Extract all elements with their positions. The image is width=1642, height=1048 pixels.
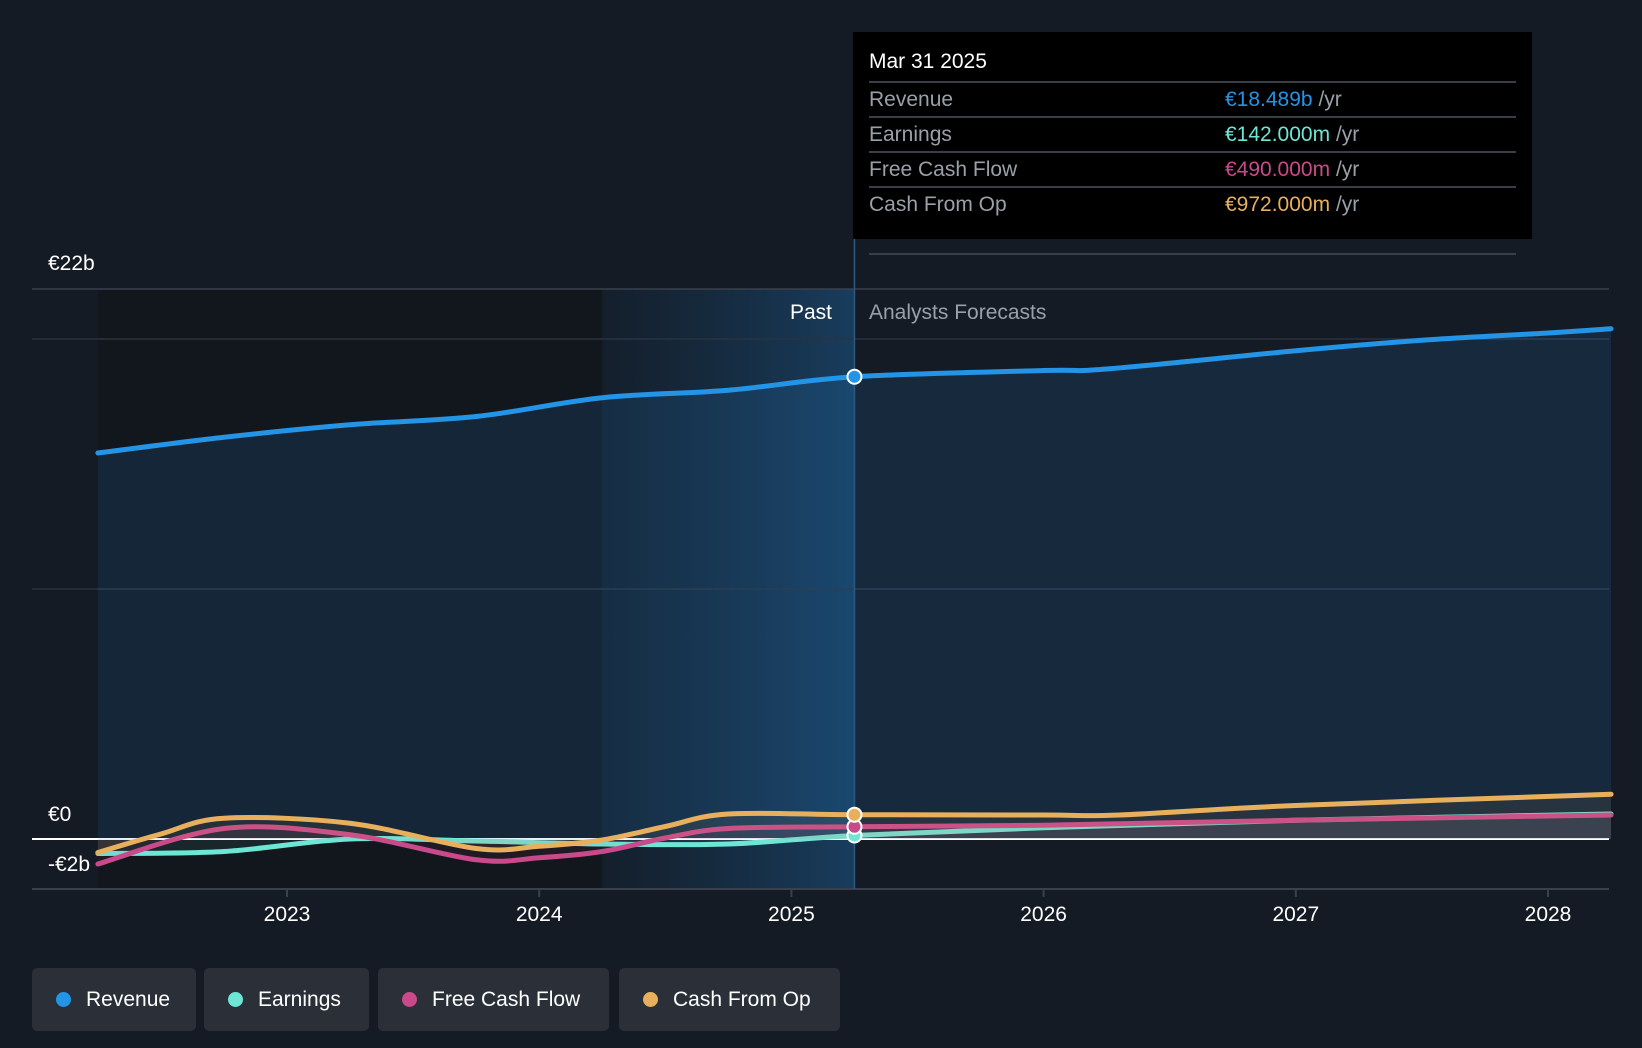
tooltip-label: Free Cash Flow [869, 158, 1018, 181]
tooltip-date: Mar 31 2025 [869, 50, 987, 73]
tooltip-label: Earnings [869, 123, 952, 146]
tooltip-value: €142.000m [1225, 123, 1331, 146]
tooltip-unit: /yr [1335, 158, 1360, 181]
legend-revenue-button[interactable]: Revenue [32, 968, 196, 1031]
legend-label: Earnings [258, 987, 341, 1011]
tooltip-label: Revenue [869, 88, 954, 111]
x-tick-label: 2027 [1272, 903, 1320, 926]
x-tick-label: 2023 [263, 903, 311, 926]
x-tick-label: 2024 [515, 903, 563, 926]
tooltip-row-cfo: Cash From Op €972.000m /yr [869, 186, 1516, 222]
forecast-label: Analysts Forecasts [869, 301, 1047, 324]
past-label: Past [790, 301, 833, 324]
tooltip-value: €972.000m [1225, 193, 1331, 216]
cfo-dot-icon [643, 992, 658, 1007]
tooltip-unit: /yr [1335, 123, 1360, 146]
tooltip-divider [869, 253, 1516, 255]
legend-earnings-button[interactable]: Earnings [204, 968, 369, 1031]
tooltip-unit: /yr [1318, 88, 1342, 111]
revenue-marker [846, 368, 863, 385]
tooltip-row-earnings: Earnings €142.000m /yr [869, 116, 1516, 152]
tooltip-label: Cash From Op [869, 193, 1007, 216]
legend-cfo-button[interactable]: Cash From Op [619, 968, 840, 1031]
legend-label: Free Cash Flow [432, 987, 581, 1011]
legend-label: Cash From Op [673, 987, 811, 1011]
tooltip-row-revenue: Revenue €18.489b /yr [869, 81, 1516, 117]
y-label-zero: €0 [48, 803, 72, 826]
tooltip-unit: /yr [1335, 193, 1360, 216]
tooltip-value: €490.000m [1225, 158, 1331, 181]
tooltip-value: €18.489b [1225, 88, 1313, 111]
fcf-dot-icon [402, 992, 417, 1007]
legend-fcf-button[interactable]: Free Cash Flow [378, 968, 609, 1031]
tooltip-row-fcf: Free Cash Flow €490.000m /yr [869, 151, 1516, 187]
cash-from-op-marker [846, 806, 863, 823]
x-tick-label: 2026 [1020, 903, 1067, 926]
x-tick-label: 2028 [1524, 903, 1572, 926]
y-label-bottom: -€2b [48, 853, 91, 876]
x-tick-label: 2025 [768, 903, 815, 926]
y-label-top: €22b [48, 252, 95, 275]
tooltip: Mar 31 2025 Revenue €18.489b /yr Earning… [853, 32, 1532, 255]
earnings-dot-icon [228, 992, 243, 1007]
revenue-dot-icon [56, 992, 71, 1007]
legend-label: Revenue [86, 987, 171, 1011]
